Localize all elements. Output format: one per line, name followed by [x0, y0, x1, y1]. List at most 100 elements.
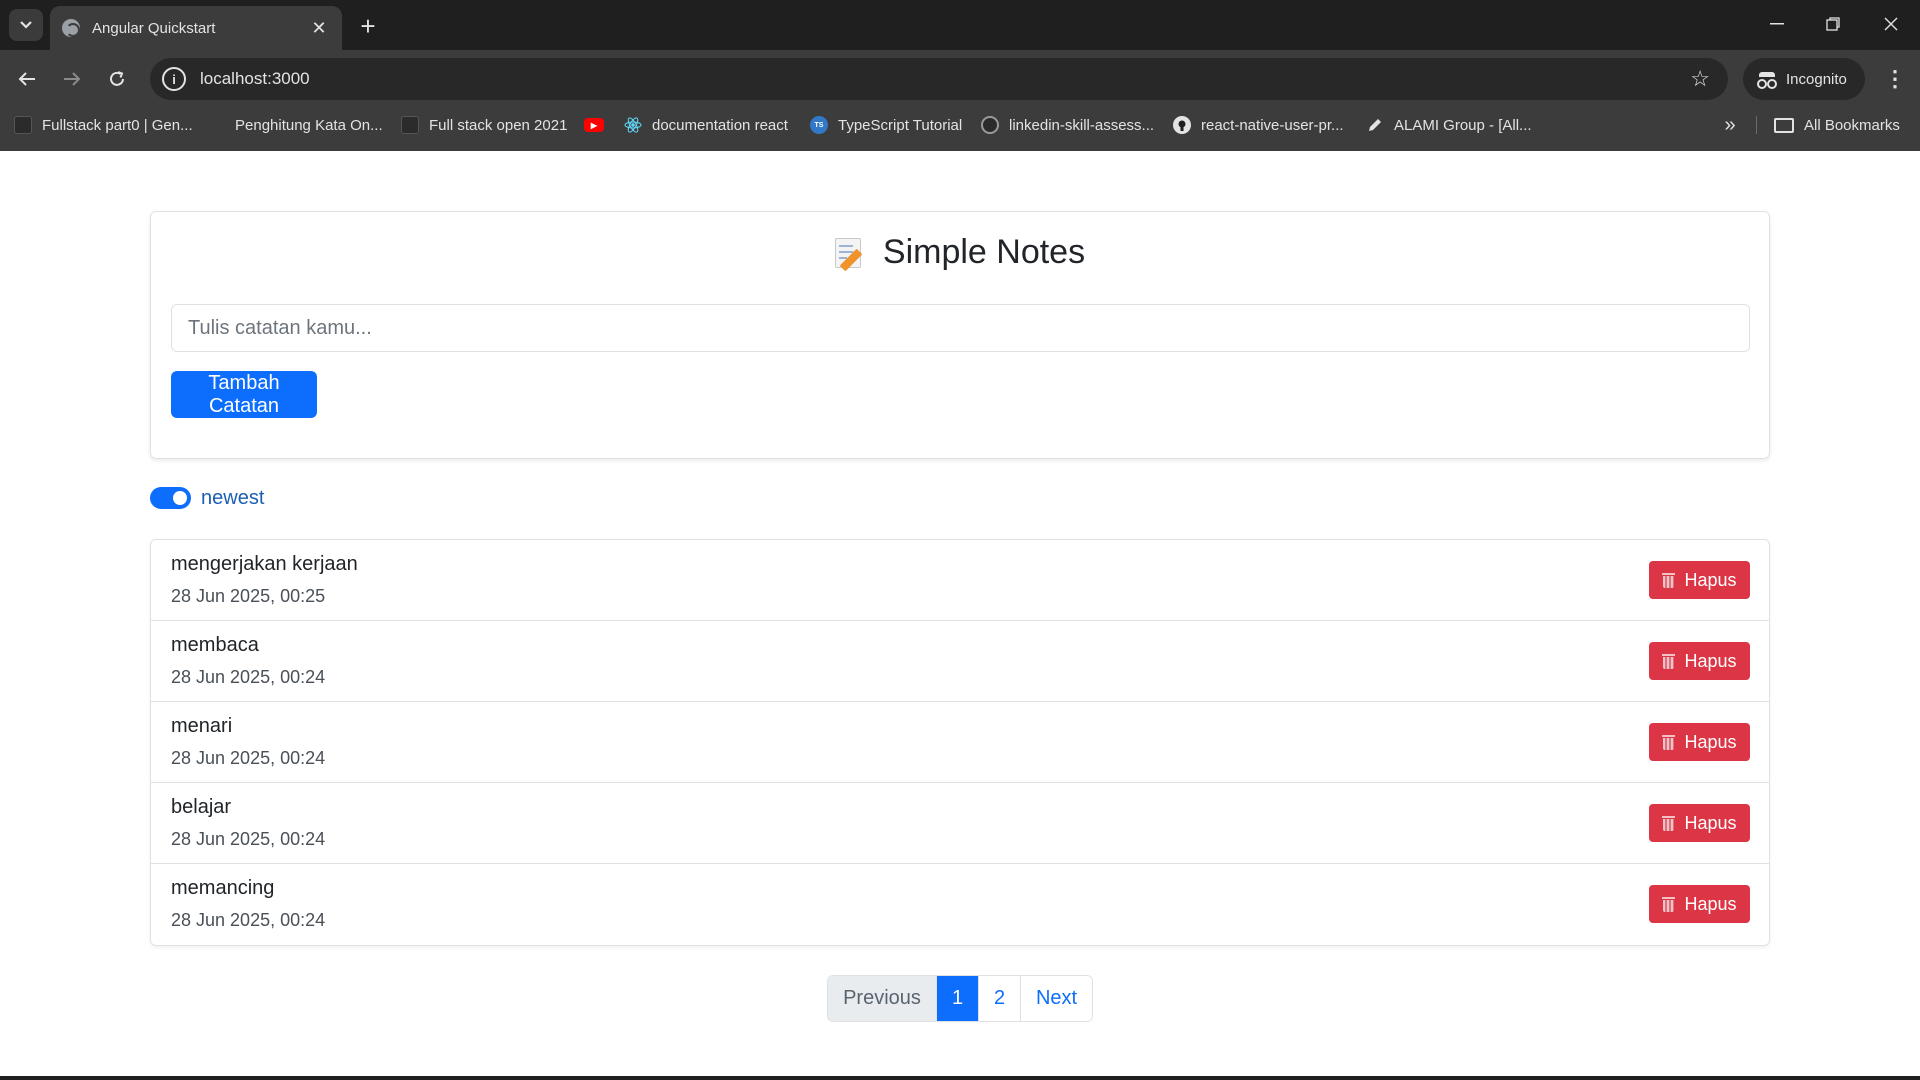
bookmark-item[interactable]: react-native-user-pr...: [1173, 108, 1344, 142]
delete-button-label: Hapus: [1684, 650, 1737, 671]
bookmark-label: Penghitung Kata On...: [235, 116, 383, 134]
close-icon: [1884, 17, 1898, 31]
close-window-button[interactable]: [1868, 8, 1914, 40]
bookmark-label: ALAMI Group - [All...: [1394, 116, 1532, 134]
note-date: 28 Jun 2025, 00:25: [171, 586, 326, 606]
globe-icon: [62, 19, 80, 37]
pagination-page-2[interactable]: 2: [979, 976, 1021, 1021]
incognito-badge[interactable]: Incognito: [1743, 58, 1865, 100]
delete-button-label: Hapus: [1684, 731, 1737, 752]
note-date: 28 Jun 2025, 00:24: [171, 829, 326, 849]
pagination-page-1[interactable]: 1: [937, 976, 979, 1021]
minimize-button[interactable]: [1754, 8, 1800, 40]
typescript-icon: TS: [810, 116, 828, 134]
all-bookmarks-label: All Bookmarks: [1804, 116, 1900, 134]
add-note-button[interactable]: Tambah Catatan: [171, 371, 317, 418]
chevron-down-icon: [20, 21, 32, 29]
browser-toolbar: i localhost:3000 ☆ Incognito ⋮: [0, 50, 1920, 108]
list-item: memancing 28 Jun 2025, 00:24 Hapus: [151, 864, 1769, 945]
react-icon: [624, 116, 642, 134]
pen-icon: [1366, 116, 1384, 134]
wastebasket-icon: [1662, 815, 1676, 831]
arrow-left-icon: [18, 72, 35, 86]
page-icon: [401, 116, 419, 134]
page-title: Simple Notes: [882, 233, 1086, 271]
all-bookmarks-button[interactable]: All Bookmarks: [1774, 108, 1900, 142]
wastebasket-icon: [1662, 734, 1676, 750]
incognito-icon: [1757, 72, 1777, 89]
bookmark-item[interactable]: Full stack open 2021: [401, 108, 567, 142]
list-item: menari 28 Jun 2025, 00:24 Hapus: [151, 702, 1769, 783]
wastebasket-icon: [1662, 653, 1676, 669]
list-item: mengerjakan kerjaan 28 Jun 2025, 00:25 H…: [151, 540, 1769, 621]
note-text: belajar: [171, 796, 232, 818]
tab-search-button[interactable]: [9, 9, 43, 41]
bookmark-item[interactable]: ALAMI Group - [All...: [1366, 108, 1532, 142]
bookmark-label: documentation react: [652, 116, 788, 134]
sort-toggle-label[interactable]: newest: [201, 487, 264, 510]
delete-note-button[interactable]: Hapus: [1649, 561, 1750, 599]
incognito-label: Incognito: [1786, 70, 1847, 88]
github-icon: [981, 116, 999, 134]
bookmark-item[interactable]: linkedin-skill-assess...: [981, 108, 1154, 142]
sort-switch[interactable]: [150, 487, 191, 509]
wastebasket-icon: [1662, 896, 1676, 912]
bookmark-item[interactable]: Fullstack part0 | Gen...: [14, 108, 193, 142]
note-date: 28 Jun 2025, 00:24: [171, 667, 326, 687]
tab-title: Angular Quickstart: [92, 19, 216, 37]
note-text: memancing: [171, 877, 275, 899]
list-item: membaca 28 Jun 2025, 00:24 Hapus: [151, 621, 1769, 702]
browser-tab[interactable]: Angular Quickstart ✕: [50, 6, 342, 50]
restore-button[interactable]: [1810, 8, 1856, 40]
switch-knob: [173, 491, 187, 505]
window-bottom-edge: [0, 1076, 1920, 1080]
memo-icon: [834, 236, 865, 271]
delete-button-label: Hapus: [1684, 812, 1737, 833]
bookmarks-bar: Fullstack part0 | Gen... Penghitung Kata…: [0, 108, 1920, 151]
browser-menu-button[interactable]: ⋮: [1880, 62, 1910, 96]
address-bar[interactable]: i localhost:3000 ☆: [150, 58, 1728, 100]
bookmark-item[interactable]: Penghitung Kata On...: [207, 108, 383, 142]
reload-icon: [110, 71, 124, 86]
arrow-right-icon: [64, 72, 81, 86]
note-input[interactable]: [171, 304, 1750, 352]
notes-list: mengerjakan kerjaan 28 Jun 2025, 00:25 H…: [150, 539, 1770, 946]
delete-note-button[interactable]: Hapus: [1649, 804, 1750, 842]
url-text[interactable]: localhost:3000: [200, 69, 1690, 89]
bookmark-label: Full stack open 2021: [429, 116, 568, 134]
browser-chrome: Angular Quickstart ✕ + i localhost:3000 …: [0, 0, 1920, 151]
forward-button[interactable]: [55, 62, 89, 96]
bookmark-label: Fullstack part0 | Gen...: [42, 116, 193, 134]
bookmark-item[interactable]: documentation react: [624, 108, 788, 142]
delete-note-button[interactable]: Hapus: [1649, 642, 1750, 680]
delete-note-button[interactable]: Hapus: [1649, 885, 1750, 923]
back-button[interactable]: [10, 62, 44, 96]
page-icon: [207, 116, 225, 134]
close-tab-icon[interactable]: ✕: [308, 18, 330, 39]
reload-button[interactable]: [100, 62, 134, 96]
bookmark-label: TypeScript Tutorial: [838, 116, 963, 134]
pagination-previous[interactable]: Previous: [828, 976, 937, 1021]
note-text: mengerjakan kerjaan: [171, 553, 358, 575]
delete-button-label: Hapus: [1684, 893, 1737, 914]
page-title-row: Simple Notes: [151, 233, 1769, 272]
page-icon: [14, 116, 32, 134]
bookmarks-divider: [1756, 116, 1757, 134]
delete-button-label: Hapus: [1684, 569, 1737, 590]
delete-note-button[interactable]: Hapus: [1649, 723, 1750, 761]
pagination: Previous 1 2 Next: [827, 975, 1093, 1022]
new-tab-button[interactable]: +: [352, 10, 384, 42]
pagination-next[interactable]: Next: [1021, 976, 1092, 1021]
bookmark-item[interactable]: TS TypeScript Tutorial: [810, 108, 962, 142]
bookmarks-overflow-icon[interactable]: »: [1716, 112, 1744, 138]
note-text: membaca: [171, 634, 259, 656]
note-text: menari: [171, 715, 233, 737]
bookmark-item-youtube[interactable]: ▶: [584, 108, 614, 142]
site-info-icon[interactable]: i: [162, 67, 186, 91]
note-date: 28 Jun 2025, 00:24: [171, 748, 326, 768]
bookmark-star-icon[interactable]: ☆: [1690, 66, 1710, 92]
bookmark-label: linkedin-skill-assess...: [1009, 116, 1155, 134]
minimize-icon: [1770, 23, 1784, 25]
note-form-card: Simple Notes Tambah Catatan: [150, 211, 1770, 459]
sort-toggle[interactable]: newest: [150, 482, 264, 514]
